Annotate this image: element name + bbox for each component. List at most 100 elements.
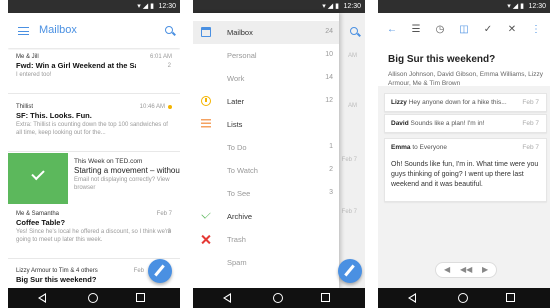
home-icon[interactable]	[273, 293, 283, 303]
drawer-item-spam[interactable]: Spam	[193, 251, 339, 274]
back-arrow-icon[interactable]: ←	[386, 25, 398, 35]
status-bar: ▾◢▮ 12:30	[193, 0, 365, 13]
drawer-item-to-see[interactable]: To See 3	[193, 182, 339, 205]
drawer-item-label: Spam	[227, 258, 247, 267]
reply-all-icon[interactable]: ◀◀	[460, 265, 472, 274]
drawer-item-lists[interactable]: Lists	[193, 113, 339, 136]
archive-check-icon[interactable]: ✓	[482, 25, 494, 35]
drawer-item-count: 12	[325, 97, 333, 104]
email-from: Me & Samantha	[16, 211, 60, 217]
recent-apps-icon[interactable]	[136, 293, 145, 302]
back-icon[interactable]	[38, 293, 46, 303]
drawer-item-mailbox[interactable]: Mailbox 24	[193, 21, 339, 44]
message-date: Feb 7	[522, 144, 539, 151]
bg-email-time: AM	[348, 103, 357, 109]
email-subject: Fwd: Win a Girl Weekend at the San ...	[16, 61, 136, 70]
status-bar: ▾◢▮ 12:30	[8, 0, 180, 13]
drawer-item-to-do[interactable]: To Do 1	[193, 136, 339, 159]
email-preview: Yes! Since he's local he offered a disco…	[16, 229, 172, 243]
android-nav-bar	[378, 288, 550, 308]
drawer-item-label: Archive	[227, 212, 253, 221]
message-snippet: Sounds like a plan! I'm in!	[410, 120, 485, 127]
clock-icon[interactable]: ◷	[434, 25, 446, 35]
back-icon[interactable]	[223, 293, 231, 303]
email-time: Feb	[133, 268, 144, 274]
check-icon	[31, 166, 45, 181]
close-icon[interactable]: ✕	[506, 25, 518, 35]
bg-email-time: Feb 7	[341, 157, 357, 163]
drawer-item-trash[interactable]: Trash	[193, 228, 339, 251]
status-time: 12:30	[528, 3, 546, 10]
compose-button[interactable]	[148, 259, 172, 283]
email-row-swiped[interactable]: This Week on TED.com Starting a movement…	[8, 153, 180, 204]
reply-icon[interactable]: ◀	[444, 265, 450, 274]
list-icon[interactable]: ☰	[410, 25, 422, 35]
drawer-item-to-watch[interactable]: To Watch 2	[193, 159, 339, 182]
more-icon[interactable]: ⋮	[530, 25, 542, 35]
unread-dot	[168, 105, 172, 109]
expanded-message[interactable]: Emma to Everyone Feb 7 Oh! Sounds like f…	[384, 138, 547, 202]
email-row[interactable]: Me & Samantha Coffee Table? Yes! Since h…	[8, 207, 180, 259]
drawer-item-label: Later	[227, 97, 245, 106]
phone-thread-screen: ▾◢▮ 12:30 ← ☰ ◷ ◫ ✓ ✕ ⋮ Big Sur this wee…	[378, 0, 550, 308]
drawer-item-count: 3	[329, 189, 333, 196]
thread-toolbar: ← ☰ ◷ ◫ ✓ ✕ ⋮	[378, 13, 550, 48]
message-date: Feb 7	[522, 120, 539, 127]
bg-email-time: AM	[348, 53, 357, 59]
drawer-item-later[interactable]: Later 12	[193, 90, 339, 113]
home-icon[interactable]	[458, 293, 468, 303]
bg-email-time: Feb 7	[341, 209, 357, 215]
inbox-icon[interactable]: ◫	[458, 25, 470, 35]
recent-apps-icon[interactable]	[506, 293, 515, 302]
collapsed-message[interactable]: David Sounds like a plan! I'm in! Feb 7	[384, 114, 547, 133]
drawer-item-count: 14	[325, 74, 333, 81]
android-nav-bar	[193, 288, 365, 308]
search-icon[interactable]	[350, 27, 358, 35]
email-row[interactable]: Thillist SF: This. Looks. Fun. Extra: Th…	[8, 100, 180, 152]
drawer-item-label: Work	[227, 74, 245, 83]
email-time: Feb 7	[156, 211, 172, 217]
home-icon[interactable]	[88, 293, 98, 303]
message-date: Feb 7	[522, 99, 539, 106]
message-snippet: Hey anyone down for a hike this...	[408, 99, 507, 106]
drawer-item-count: 10	[325, 51, 333, 58]
pencil-icon	[344, 264, 355, 277]
navigation-drawer: Mailbox 24 Personal 10 Work 14 Later 12 …	[193, 13, 339, 288]
status-time: 12:30	[158, 3, 176, 10]
email-count: 3	[167, 229, 171, 235]
email-subject: Coffee Table?	[16, 218, 66, 227]
menu-icon[interactable]	[18, 27, 29, 35]
email-preview: I entered too!	[16, 72, 52, 78]
drawer-item-count: 24	[325, 28, 333, 35]
email-preview: Extra: Thillist is counting down the top…	[16, 122, 168, 136]
drawer-item-work[interactable]: Work 14	[193, 67, 339, 90]
drawer-item-personal[interactable]: Personal 10	[193, 44, 339, 67]
android-nav-bar	[8, 288, 180, 308]
collapsed-message[interactable]: Lizzy Hey anyone down for a hike this...…	[384, 93, 547, 112]
email-preview: Email not displaying correctly? View bro…	[74, 177, 170, 191]
pencil-icon	[154, 264, 165, 277]
drawer-item-archive[interactable]: Archive	[193, 205, 339, 228]
drawer-item-label: Lists	[227, 120, 243, 129]
search-icon[interactable]	[165, 26, 173, 34]
email-time: 6:01 AM	[149, 54, 172, 60]
message-recipients: to Everyone	[412, 144, 448, 151]
status-icons: ▾◢▮	[137, 3, 156, 10]
message-sender: Lizzy	[391, 99, 407, 106]
drawer-item-label: Trash	[227, 235, 246, 244]
recent-apps-icon[interactable]	[321, 293, 330, 302]
drawer-item-label: Personal	[227, 51, 257, 60]
message-sender: Emma	[391, 144, 411, 151]
message-sender: David	[391, 120, 409, 127]
drawer-item-count: 2	[329, 166, 333, 173]
email-from: Me & Jill	[16, 54, 39, 60]
clock-icon	[201, 96, 211, 106]
drawer-item-label: To Do	[227, 143, 247, 152]
message-body: Oh! Sounds like fun, I'm in. What time w…	[391, 161, 539, 188]
phone-drawer-screen: ▾◢▮ 12:30 AM AM Feb 7 Feb 7 Mailbox 24 P…	[193, 0, 365, 308]
phone-mailbox-screen: ▾◢▮ 12:30 Mailbox Me & Jill Fwd: Win a G…	[8, 0, 180, 308]
back-icon[interactable]	[408, 293, 416, 303]
forward-icon[interactable]: ▶	[482, 265, 488, 274]
compose-button[interactable]	[338, 259, 362, 283]
email-row[interactable]: Me & Jill Fwd: Win a Girl Weekend at the…	[8, 50, 180, 94]
